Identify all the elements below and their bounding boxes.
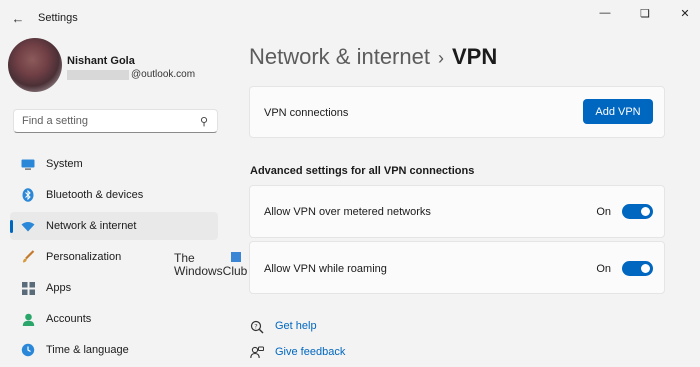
sidebar-item-bluetooth[interactable]: Bluetooth & devices (10, 181, 218, 209)
toggle-knob (641, 207, 650, 216)
minimize-icon: — (599, 7, 611, 19)
person-icon (20, 311, 36, 327)
maximize-icon: ❏ (640, 7, 650, 20)
setting-label: Allow VPN over metered networks (264, 206, 431, 218)
sidebar-item-network[interactable]: Network & internet (10, 212, 218, 240)
sidebar-item-label: Personalization (46, 251, 122, 263)
toggle-state-text: On (596, 263, 611, 275)
section-title: Advanced settings for all VPN connection… (250, 165, 475, 177)
sidebar-item-label: Time & language (46, 344, 129, 356)
avatar[interactable] (8, 38, 62, 92)
vpn-connections-label: VPN connections (264, 107, 349, 119)
setting-label: Allow VPN while roaming (264, 263, 387, 275)
email-redaction (67, 70, 129, 80)
help-icon: ? (249, 319, 265, 335)
close-button[interactable]: ✕ (670, 5, 700, 21)
sidebar-item-label: Network & internet (46, 220, 137, 232)
sidebar-item-apps[interactable]: Apps (10, 274, 218, 302)
setting-row-roaming: Allow VPN while roaming On (249, 241, 665, 294)
search-icon[interactable]: ⚲ (200, 115, 208, 128)
metered-toggle[interactable] (622, 204, 653, 219)
brush-icon (20, 249, 36, 265)
arrow-left-icon: ← (11, 10, 25, 26)
monitor-icon (20, 156, 36, 172)
feedback-icon (249, 345, 265, 361)
app-title: Settings (38, 12, 78, 24)
roaming-toggle[interactable] (622, 261, 653, 276)
search-box[interactable]: ⚲ (13, 109, 218, 133)
svg-text:?: ? (254, 322, 257, 330)
sidebar-item-label: System (46, 158, 83, 170)
search-input[interactable] (22, 114, 192, 128)
page-title: VPN (451, 44, 498, 69)
wifi-icon (20, 218, 36, 234)
close-icon: ✕ (680, 7, 690, 20)
sidebar-item-label: Accounts (46, 313, 92, 325)
breadcrumb-parent[interactable]: Network & internet (249, 44, 430, 69)
sidebar-item-label: Bluetooth & devices (46, 189, 144, 201)
give-feedback-label[interactable]: Give feedback (275, 346, 345, 358)
breadcrumb: Network & internet › VPN (249, 44, 497, 70)
toggle-state-text: On (596, 206, 611, 218)
user-name: Nishant Gola (67, 55, 135, 67)
maximize-button[interactable]: ❏ (630, 5, 660, 21)
globe-clock-icon (20, 342, 36, 358)
back-button[interactable]: ← (8, 8, 28, 28)
breadcrumb-separator: › (437, 48, 444, 68)
sidebar-item-system[interactable]: System (10, 150, 218, 178)
toggle-knob (641, 264, 650, 273)
sidebar-item-accounts[interactable]: Accounts (10, 305, 218, 333)
title-bar: ← Settings — ❏ ✕ (0, 0, 700, 36)
minimize-button[interactable]: — (590, 5, 620, 21)
setting-row-metered: Allow VPN over metered networks On (249, 185, 665, 238)
sidebar-item-label: Apps (46, 282, 72, 294)
add-vpn-button[interactable]: Add VPN (583, 99, 653, 124)
bluetooth-icon (20, 187, 36, 203)
apps-icon (20, 280, 36, 296)
sidebar-item-time-language[interactable]: Time & language (10, 336, 218, 364)
user-email: @outlook.com (131, 69, 196, 80)
get-help-label[interactable]: Get help (275, 320, 317, 332)
vpn-connections-card: VPN connections Add VPN (249, 86, 665, 138)
watermark-line-2: WindowsClub (174, 264, 248, 278)
watermark-logo-icon (231, 252, 241, 262)
